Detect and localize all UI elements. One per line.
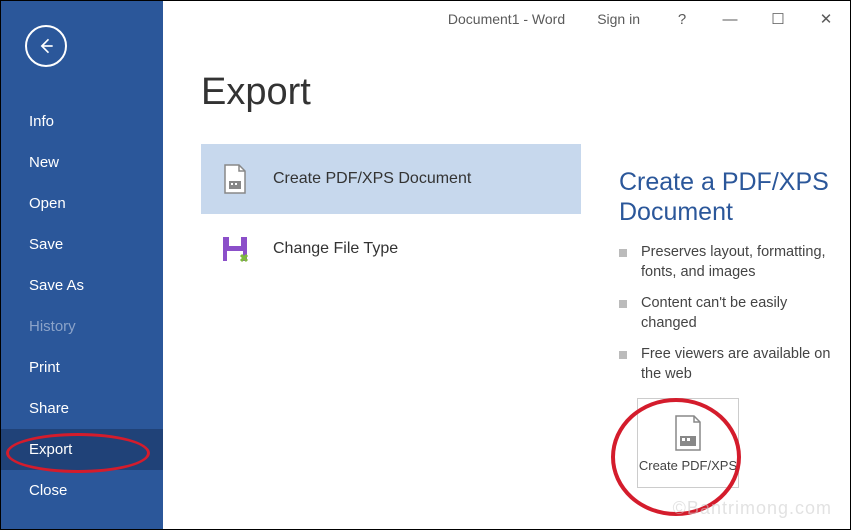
sidebar-item-export[interactable]: Export bbox=[1, 429, 163, 470]
sidebar-item-history: History bbox=[1, 306, 163, 347]
export-options: Create PDF/XPS Document Change File Type bbox=[201, 144, 581, 284]
document-title: Document1 - Word bbox=[448, 11, 565, 27]
maximize-button[interactable]: ☐ bbox=[754, 1, 802, 37]
titlebar: Document1 - Word Sign in ? — ☐ ✕ bbox=[163, 1, 850, 37]
back-button[interactable] bbox=[25, 25, 67, 67]
help-button[interactable]: ? bbox=[658, 1, 706, 37]
backstage-sidebar: Info New Open Save Save As History Print… bbox=[1, 1, 163, 529]
back-arrow-icon bbox=[36, 36, 56, 56]
bullet-icon bbox=[619, 300, 627, 308]
pdf-export-icon bbox=[672, 414, 704, 452]
feature-item: Preserves layout, formatting, fonts, and… bbox=[619, 243, 834, 282]
option-label: Change File Type bbox=[273, 240, 398, 258]
right-detail-panel: Create a PDF/XPS Document Preserves layo… bbox=[619, 167, 834, 488]
feature-text: Content can't be easily changed bbox=[641, 294, 834, 333]
sidebar-item-close[interactable]: Close bbox=[1, 470, 163, 511]
sidebar-item-open[interactable]: Open bbox=[1, 183, 163, 224]
create-pdf-xps-button[interactable]: Create PDF/XPS bbox=[637, 398, 739, 488]
option-label: Create PDF/XPS Document bbox=[273, 170, 471, 188]
option-create-pdf-xps[interactable]: Create PDF/XPS Document bbox=[201, 144, 581, 214]
sign-in-link[interactable]: Sign in bbox=[587, 11, 650, 27]
pdf-document-icon bbox=[219, 163, 251, 195]
minimize-button[interactable]: — bbox=[706, 1, 754, 37]
right-panel-title: Create a PDF/XPS Document bbox=[619, 167, 834, 227]
close-window-button[interactable]: ✕ bbox=[802, 1, 850, 37]
sidebar-item-print[interactable]: Print bbox=[1, 347, 163, 388]
save-disk-icon bbox=[219, 233, 251, 265]
feature-item: Content can't be easily changed bbox=[619, 294, 834, 333]
sidebar-item-save[interactable]: Save bbox=[1, 224, 163, 265]
feature-text: Preserves layout, formatting, fonts, and… bbox=[641, 243, 834, 282]
feature-item: Free viewers are available on the web bbox=[619, 345, 834, 384]
sidebar-item-saveas[interactable]: Save As bbox=[1, 265, 163, 306]
feature-list: Preserves layout, formatting, fonts, and… bbox=[619, 243, 834, 384]
create-button-label: Create PDF/XPS bbox=[639, 458, 737, 474]
sidebar-item-info[interactable]: Info bbox=[1, 101, 163, 142]
page-title: Export bbox=[201, 71, 850, 114]
bullet-icon bbox=[619, 249, 627, 257]
sidebar-item-share[interactable]: Share bbox=[1, 388, 163, 429]
bullet-icon bbox=[619, 351, 627, 359]
feature-text: Free viewers are available on the web bbox=[641, 345, 834, 384]
sidebar-item-new[interactable]: New bbox=[1, 142, 163, 183]
option-change-file-type[interactable]: Change File Type bbox=[201, 214, 581, 284]
